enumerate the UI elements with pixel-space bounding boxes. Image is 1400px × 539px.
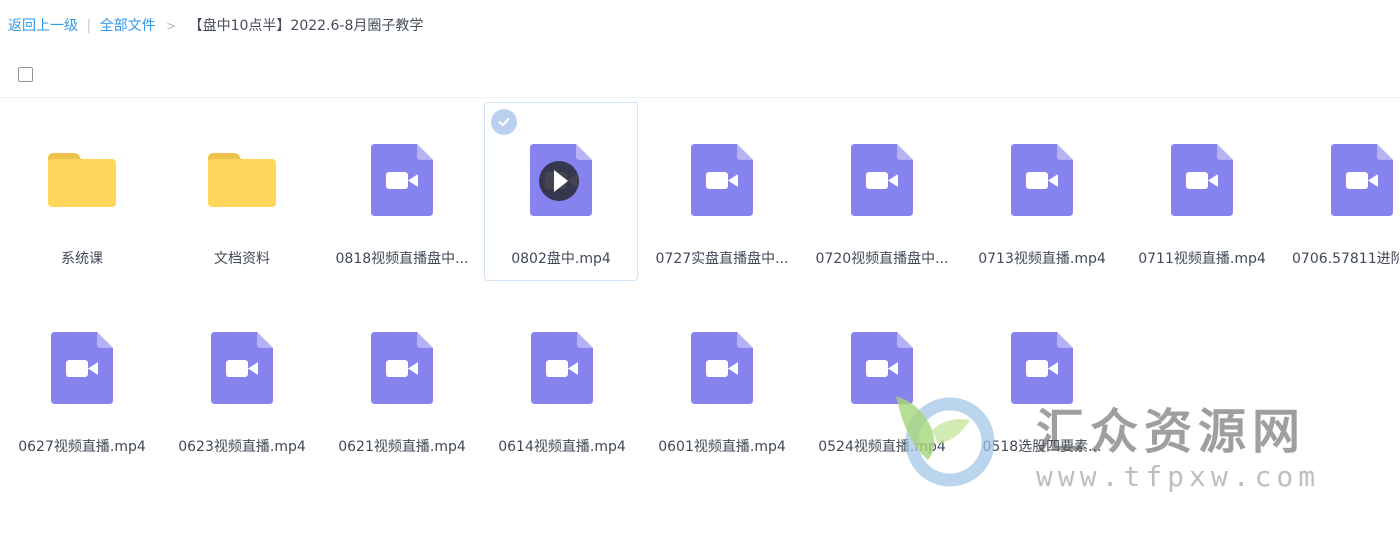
file-name: 文档资料 [214, 251, 270, 267]
file-item-video[interactable]: 0614视频直播.mp4 [485, 290, 639, 469]
file-item-video[interactable]: 0720视频直播盘中... [805, 102, 959, 281]
file-item-video[interactable]: 0621视频直播.mp4 [325, 290, 479, 469]
file-item-video[interactable]: 0627视频直播.mp4 [5, 290, 159, 469]
file-name: 0713视频直播.mp4 [978, 251, 1106, 267]
file-name: 0614视频直播.mp4 [498, 439, 626, 455]
video-file-icon [166, 331, 318, 405]
folder-icon [166, 143, 318, 217]
video-file-icon [1126, 143, 1278, 217]
file-item-folder[interactable]: 系统课 [5, 102, 159, 281]
file-item-video[interactable]: 0818视频直播盘中... [325, 102, 479, 281]
file-name: 0627视频直播.mp4 [18, 439, 146, 455]
file-name: 系统课 [61, 251, 103, 267]
check-icon[interactable] [491, 109, 517, 135]
file-item-video[interactable]: 0518选股四要素... [965, 290, 1119, 469]
file-item-video[interactable]: 0713视频直播.mp4 [965, 102, 1119, 281]
back-link[interactable]: 返回上一级 [8, 18, 78, 34]
breadcrumb: 返回上一级 | 全部文件 > 【盘中10点半】2022.6-8月圈子教学 [8, 16, 423, 36]
video-file-icon [1286, 143, 1400, 217]
file-name: 0802盘中.mp4 [511, 251, 611, 267]
file-item-video[interactable]: 0623视频直播.mp4 [165, 290, 319, 469]
video-file-icon [6, 331, 158, 405]
folder-icon [6, 143, 158, 217]
file-item-folder[interactable]: 文档资料 [165, 102, 319, 281]
file-name: 0623视频直播.mp4 [178, 439, 306, 455]
breadcrumb-separator: | [86, 18, 92, 34]
file-name: 0621视频直播.mp4 [338, 439, 466, 455]
file-name: 0818视频直播盘中... [335, 251, 469, 267]
file-name: 0518选股四要素... [982, 439, 1102, 455]
toolbar-divider [0, 97, 1400, 98]
video-file-icon [646, 143, 798, 217]
video-file-icon [806, 143, 958, 217]
file-item-video-selected[interactable]: 0802盘中.mp4 [484, 102, 638, 281]
video-file-icon [485, 143, 637, 217]
file-item-video[interactable]: 0601视频直播.mp4 [645, 290, 799, 469]
current-folder-title: 【盘中10点半】2022.6-8月圈子教学 [188, 18, 424, 34]
file-item-video[interactable]: 0524视频直播.mp4 [805, 290, 959, 469]
video-file-icon [966, 331, 1118, 405]
video-file-icon [806, 331, 958, 405]
video-file-icon [966, 143, 1118, 217]
video-file-icon [326, 331, 478, 405]
select-all-checkbox[interactable] [18, 67, 33, 82]
file-item-video[interactable]: 0727实盘直播盘中... [645, 102, 799, 281]
file-name: 0706.57811进阶 [1292, 251, 1399, 267]
breadcrumb-arrow: > [166, 19, 177, 33]
video-file-icon [326, 143, 478, 217]
file-name: 0711视频直播.mp4 [1138, 251, 1266, 267]
all-files-link[interactable]: 全部文件 [100, 18, 156, 34]
file-name: 0727实盘直播盘中... [655, 251, 789, 267]
video-file-icon [486, 331, 638, 405]
file-name: 0524视频直播.mp4 [818, 439, 946, 455]
file-name: 0601视频直播.mp4 [658, 439, 786, 455]
video-file-icon [646, 331, 798, 405]
file-item-video[interactable]: 0711视频直播.mp4 [1125, 102, 1279, 281]
file-name: 0720视频直播盘中... [815, 251, 949, 267]
file-item-video[interactable]: 0706.57811进阶 [1285, 102, 1400, 281]
